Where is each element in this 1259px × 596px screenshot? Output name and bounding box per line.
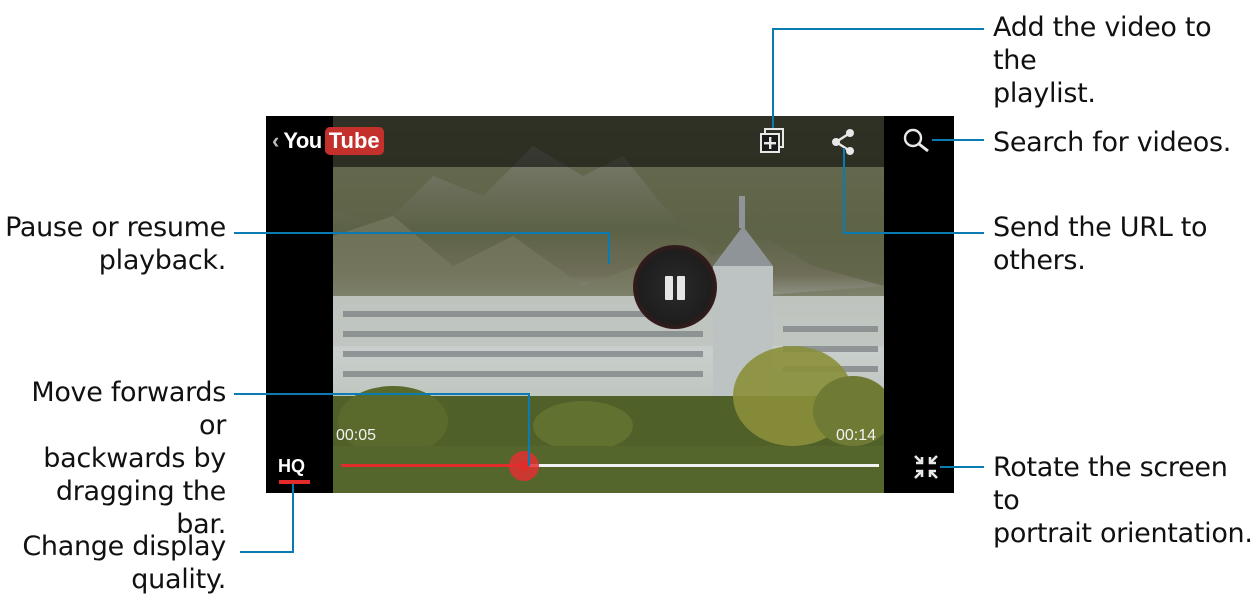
video-frame[interactable]: 00:05 00:14 xyxy=(333,116,884,493)
callout-quality-line1: Change display xyxy=(22,531,226,562)
callout-search-line1: Search for videos. xyxy=(993,127,1232,158)
callout-rotate: Rotate the screen to portrait orientatio… xyxy=(993,451,1259,550)
connector-seek-h xyxy=(234,393,530,395)
callout-send-url: Send the URL to others. xyxy=(993,211,1208,277)
callout-send-url-line2: others. xyxy=(993,245,1086,276)
elapsed-time: 00:05 xyxy=(336,427,377,444)
seek-bar-played xyxy=(341,464,524,467)
back-arrow-icon[interactable]: ‹ xyxy=(272,128,279,154)
callout-quality: Change display quality. xyxy=(22,530,226,596)
callout-pause-line2: playback. xyxy=(98,245,227,276)
callout-rotate-line2: portrait orientation. xyxy=(993,518,1253,549)
hq-indicator xyxy=(279,480,310,484)
connector-share-h xyxy=(843,232,984,234)
callout-rotate-line1: Rotate the screen to xyxy=(993,452,1228,516)
connector-search xyxy=(932,139,984,141)
callout-add-playlist: Add the video to the playlist. xyxy=(993,11,1259,110)
seek-bar-handle[interactable] xyxy=(508,451,539,481)
connector-add-playlist-v xyxy=(772,28,774,128)
callout-seek: Move forwards or backwards by dragging t… xyxy=(0,376,226,541)
youtube-logo-you: You xyxy=(283,128,322,153)
youtube-logo-tube: Tube xyxy=(324,127,384,155)
callout-pause-line1: Pause or resume xyxy=(5,212,226,243)
callout-quality-line2: quality. xyxy=(131,564,226,595)
callout-send-url-line1: Send the URL to xyxy=(993,212,1208,243)
collapse-icon[interactable] xyxy=(912,454,940,480)
connector-quality-v xyxy=(292,484,294,553)
connector-pause-h xyxy=(234,232,610,234)
callout-seek-line1: Move forwards or xyxy=(31,377,226,441)
add-to-playlist-icon[interactable] xyxy=(760,128,784,154)
connector-pause-v xyxy=(608,232,610,264)
hq-quality-button[interactable]: HQ xyxy=(278,456,305,477)
callout-add-playlist-line1: Add the video to the xyxy=(993,12,1212,76)
video-scene xyxy=(333,116,884,493)
youtube-logo[interactable]: ‹ You Tube xyxy=(272,126,384,156)
pause-icon-bar-right xyxy=(677,276,685,300)
pause-button[interactable] xyxy=(633,245,717,329)
callout-pause: Pause or resume playback. xyxy=(5,211,226,277)
pause-icon-bar-left xyxy=(665,276,673,300)
video-player[interactable]: 00:05 00:14 ‹ You Tube HQ xyxy=(266,116,954,493)
top-bar: ‹ You Tube xyxy=(266,116,954,167)
callout-seek-line2: backwards by xyxy=(43,443,226,474)
callout-add-playlist-line2: playlist. xyxy=(993,78,1096,109)
total-time: 00:14 xyxy=(836,427,877,444)
search-icon[interactable] xyxy=(902,127,932,155)
connector-rotate xyxy=(940,466,984,468)
connector-seek-v xyxy=(528,393,530,466)
connector-add-playlist-h xyxy=(772,28,984,30)
connector-share-v xyxy=(843,148,845,232)
connector-quality-h xyxy=(240,551,294,553)
callout-search: Search for videos. xyxy=(993,126,1231,159)
seek-bar[interactable] xyxy=(341,451,879,481)
